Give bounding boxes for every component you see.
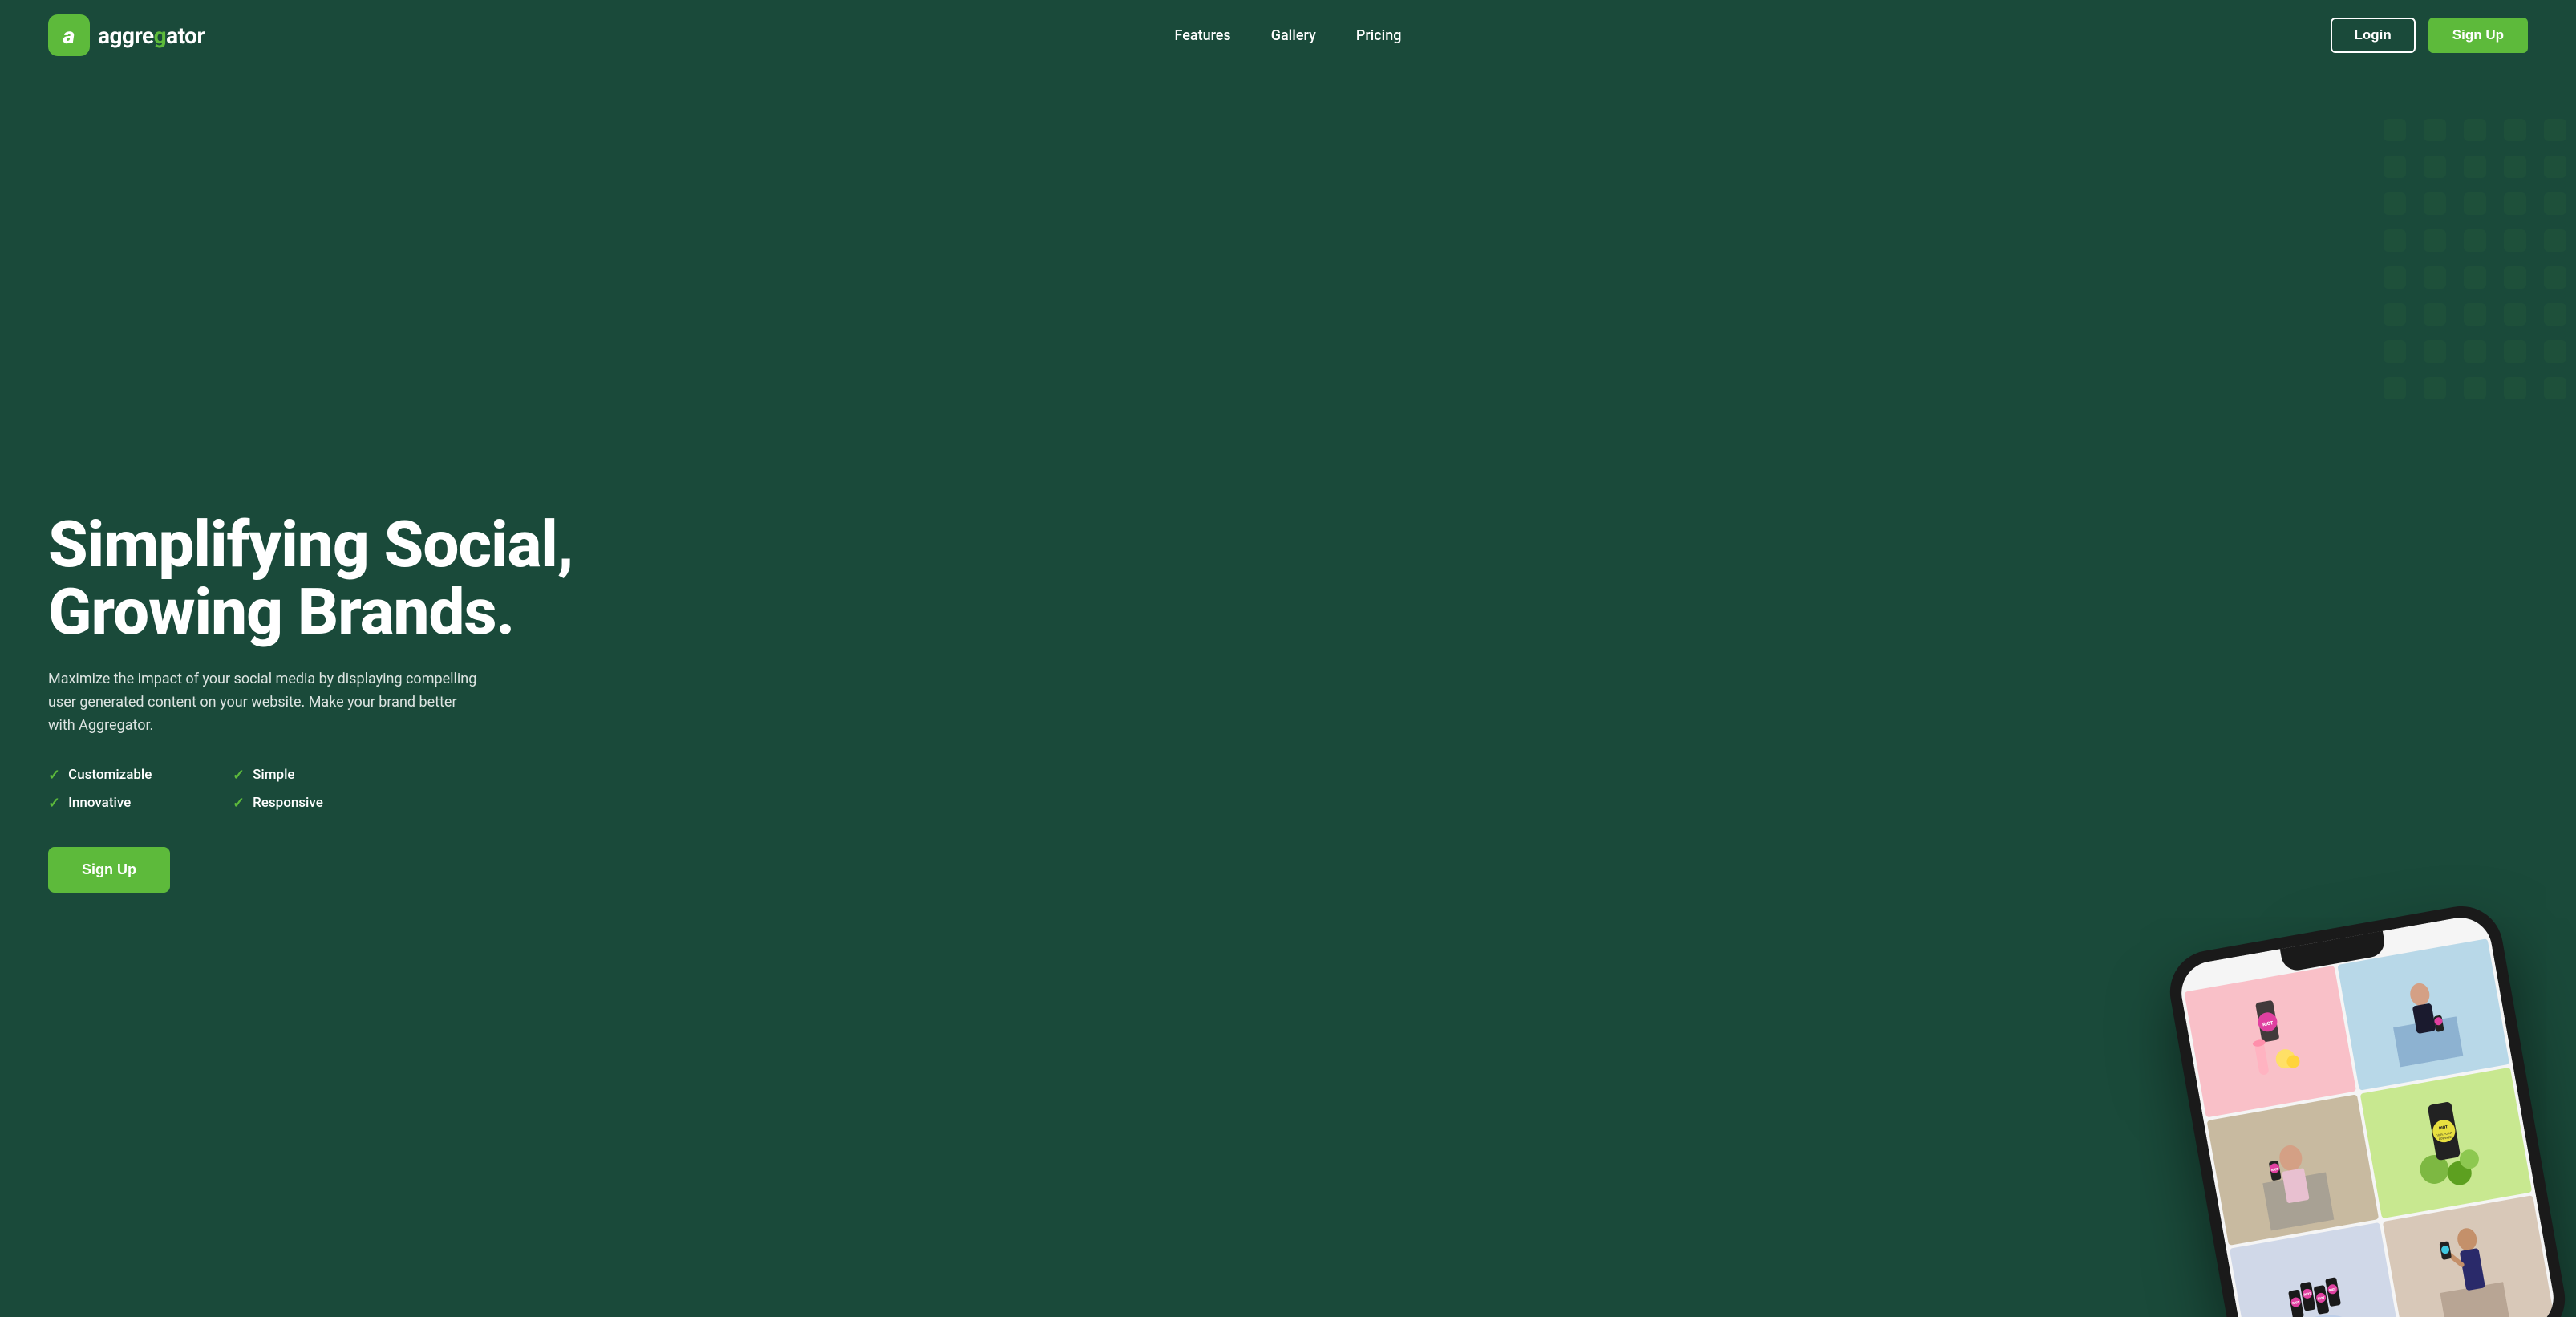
nav-links: Features Gallery Pricing [1175, 27, 1402, 44]
phone-screen: RIOT [2177, 913, 2558, 1317]
phone-image-can-green: RIOT 100% PLANT POWERED [2360, 1067, 2533, 1218]
hero-content: Simplifying Social, Growing Brands. Maxi… [48, 495, 1338, 892]
check-icon: ✓ [48, 795, 60, 812]
phone-wrapper: RIOT [2164, 900, 2572, 1317]
check-icon: ✓ [233, 767, 245, 784]
athlete-svg [2428, 1210, 2510, 1317]
hero-title: Simplifying Social, Growing Brands. [48, 511, 1338, 646]
woman-svg [2384, 962, 2464, 1068]
login-button[interactable]: Login [2331, 18, 2416, 53]
feature-customizable: ✓ Customizable [48, 767, 184, 784]
signup-nav-button[interactable]: Sign Up [2428, 18, 2528, 53]
signup-hero-button[interactable]: Sign Up [48, 847, 170, 893]
check-icon: ✓ [48, 767, 60, 784]
features-list: ✓ Customizable ✓ Simple ✓ Innovative ✓ R… [48, 767, 369, 812]
feature-responsive: ✓ Responsive [233, 795, 369, 812]
phone-inner: RIOT [2177, 913, 2558, 1317]
logo-text: aggregator [98, 22, 205, 49]
nav-link-gallery[interactable]: Gallery [1271, 27, 1316, 44]
hero-subtitle: Maximize the impact of your social media… [48, 668, 481, 737]
check-icon: ✓ [233, 795, 245, 812]
phone-image-drink: RIOT [2184, 966, 2356, 1117]
street-svg: RIOT [2251, 1109, 2334, 1231]
phone-outer: RIOT [2164, 900, 2572, 1317]
phone-image-street: RIOT [2207, 1094, 2380, 1246]
products-svg: RIOT RIOT RIOT RIOT [2274, 1238, 2357, 1317]
hero-section: Simplifying Social, Growing Brands. Maxi… [0, 71, 2576, 1317]
nav-link-pricing[interactable]: Pricing [1356, 27, 1402, 44]
drink-svg: RIOT [2230, 988, 2311, 1094]
logo-icon: a [48, 14, 90, 56]
feature-innovative: ✓ Innovative [48, 795, 184, 812]
feature-simple: ✓ Simple [233, 767, 369, 784]
phone-image-woman [2337, 938, 2509, 1090]
phone-mockup: RIOT [2127, 926, 2576, 1317]
can-green-svg: RIOT 100% PLANT POWERED [2404, 1082, 2487, 1204]
nav-actions: Login Sign Up [2331, 18, 2528, 53]
nav-link-features[interactable]: Features [1175, 27, 1231, 44]
logo[interactable]: a aggregator [48, 14, 205, 56]
navbar: a aggregator Features Gallery Pricing Lo… [0, 0, 2576, 71]
